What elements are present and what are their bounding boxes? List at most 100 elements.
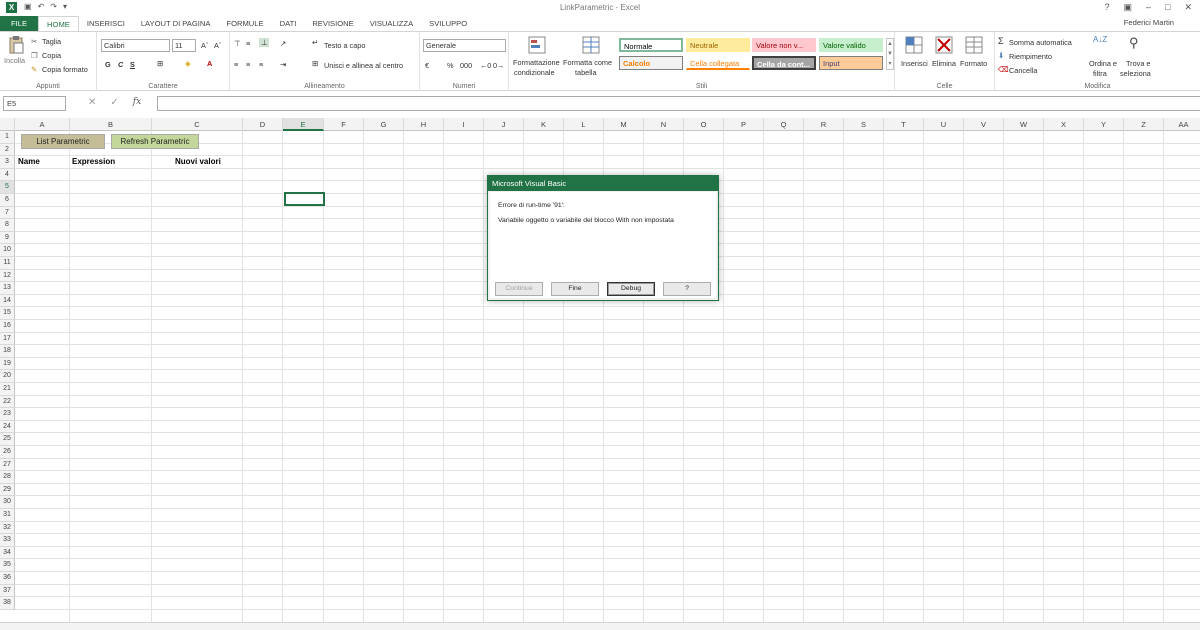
- row-header-15[interactable]: 15: [0, 307, 15, 320]
- column-header-k[interactable]: K: [524, 118, 564, 131]
- row-header-14[interactable]: 14: [0, 294, 15, 308]
- column-header-j[interactable]: J: [484, 118, 524, 131]
- style-cella-collegata[interactable]: Cella collegata: [686, 56, 750, 70]
- column-header-o[interactable]: O: [684, 118, 724, 131]
- bold-button[interactable]: G: [105, 60, 111, 69]
- row-header-6[interactable]: 6: [0, 194, 15, 207]
- italic-button[interactable]: C: [118, 60, 123, 69]
- tab-developer[interactable]: SVILUPPO: [421, 16, 475, 32]
- column-header-c[interactable]: C: [152, 118, 243, 131]
- find-select-line1[interactable]: Trova e: [1126, 59, 1150, 68]
- row-header-24[interactable]: 24: [0, 420, 15, 434]
- number-format-combo[interactable]: Generale: [423, 39, 506, 52]
- sort-filter-line1[interactable]: Ordina e: [1089, 59, 1117, 68]
- delete-cells-button[interactable]: Elimina: [932, 59, 956, 68]
- borders-icon[interactable]: ⊞: [157, 59, 163, 68]
- column-header-aa[interactable]: AA: [1164, 118, 1200, 131]
- align-bottom-icon[interactable]: ⊥: [259, 38, 270, 47]
- row-header-1[interactable]: 1: [0, 131, 15, 144]
- tab-insert[interactable]: INSERISCI: [79, 16, 133, 32]
- font-color-icon[interactable]: A: [207, 59, 212, 68]
- style-valore-valido[interactable]: Valore valido: [819, 38, 883, 52]
- row-header-4[interactable]: 4: [0, 168, 15, 182]
- column-header-y[interactable]: Y: [1084, 118, 1124, 131]
- row-header-17[interactable]: 17: [0, 332, 15, 346]
- close-icon[interactable]: ✕: [1184, 2, 1192, 13]
- user-name[interactable]: Federici Martin: [1124, 18, 1174, 27]
- row-header-16[interactable]: 16: [0, 320, 15, 333]
- select-all-corner[interactable]: [0, 118, 15, 131]
- column-header-s[interactable]: S: [844, 118, 884, 131]
- selected-cell-e5[interactable]: [284, 192, 325, 206]
- decrease-decimal-icon[interactable]: 0→: [493, 61, 504, 70]
- end-button[interactable]: Fine: [551, 282, 599, 296]
- row-header-31[interactable]: 31: [0, 509, 15, 522]
- column-header-p[interactable]: P: [724, 118, 764, 131]
- clear-button[interactable]: Cancella: [1009, 66, 1037, 75]
- row-header-13[interactable]: 13: [0, 282, 15, 295]
- column-header-g[interactable]: G: [364, 118, 404, 131]
- help-icon[interactable]: ?: [1104, 2, 1109, 13]
- row-header-23[interactable]: 23: [0, 408, 15, 421]
- row-header-21[interactable]: 21: [0, 383, 15, 396]
- column-header-f[interactable]: F: [324, 118, 364, 131]
- row-header-29[interactable]: 29: [0, 483, 15, 497]
- style-input[interactable]: Input: [819, 56, 883, 70]
- currency-icon[interactable]: €: [425, 61, 429, 70]
- align-right-icon[interactable]: ≡: [259, 60, 263, 69]
- row-header-33[interactable]: 33: [0, 534, 15, 547]
- autosum-button[interactable]: Somma automatica: [1009, 38, 1072, 47]
- row-header-22[interactable]: 22: [0, 395, 15, 409]
- tab-file[interactable]: FILE: [0, 16, 39, 32]
- find-select-line2[interactable]: seleziona: [1120, 69, 1151, 78]
- increase-decimal-icon[interactable]: ←0: [480, 61, 491, 70]
- format-cells-icon[interactable]: [965, 36, 983, 54]
- insert-cells-icon[interactable]: [905, 36, 923, 54]
- column-header-u[interactable]: U: [924, 118, 964, 131]
- conditional-format-line1[interactable]: Formattazione: [513, 58, 560, 67]
- align-middle-icon[interactable]: ≡: [246, 39, 250, 48]
- column-header-n[interactable]: N: [644, 118, 684, 131]
- format-as-table-icon[interactable]: [582, 36, 602, 54]
- column-header-a[interactable]: A: [15, 118, 70, 131]
- row-header-8[interactable]: 8: [0, 219, 15, 232]
- paste-button[interactable]: Incolla: [4, 56, 25, 65]
- grow-font-icon[interactable]: Aˆ: [201, 41, 208, 50]
- format-as-table-line2[interactable]: tabella: [575, 68, 597, 77]
- paste-icon[interactable]: [8, 36, 24, 54]
- align-center-icon[interactable]: ≡: [246, 60, 250, 69]
- row-header-10[interactable]: 10: [0, 244, 15, 257]
- row-header-19[interactable]: 19: [0, 357, 15, 371]
- tab-data[interactable]: DATI: [272, 16, 305, 32]
- row-header-37[interactable]: 37: [0, 584, 15, 598]
- formula-input[interactable]: [157, 96, 1200, 111]
- format-as-table-line1[interactable]: Formatta come: [563, 58, 612, 67]
- cut-button[interactable]: Taglia: [42, 37, 61, 46]
- insert-cells-button[interactable]: Inserisci: [901, 59, 928, 68]
- font-name-combo[interactable]: Calibri: [101, 39, 170, 52]
- tab-review[interactable]: REVISIONE: [304, 16, 361, 32]
- style-valore-non-valido[interactable]: Valore non v...: [752, 38, 816, 52]
- column-header-v[interactable]: V: [964, 118, 1004, 131]
- column-header-m[interactable]: M: [604, 118, 644, 131]
- row-header-3[interactable]: 3: [0, 156, 15, 169]
- delete-cells-icon[interactable]: [935, 36, 953, 54]
- continue-button[interactable]: Continue: [495, 282, 543, 296]
- maximize-icon[interactable]: □: [1165, 2, 1170, 13]
- row-header-26[interactable]: 26: [0, 446, 15, 459]
- row-header-20[interactable]: 20: [0, 370, 15, 383]
- name-box[interactable]: E5: [3, 96, 66, 111]
- wrap-text-button[interactable]: Testo a capo: [324, 41, 365, 50]
- column-header-l[interactable]: L: [564, 118, 604, 131]
- row-header-7[interactable]: 7: [0, 206, 15, 220]
- format-painter-button[interactable]: Copia formato: [42, 65, 88, 74]
- row-header-9[interactable]: 9: [0, 231, 15, 245]
- column-header-x[interactable]: X: [1044, 118, 1084, 131]
- underline-button[interactable]: S: [130, 60, 135, 69]
- cell-b2[interactable]: Expression: [72, 157, 115, 166]
- row-header-18[interactable]: 18: [0, 345, 15, 358]
- cell-a2[interactable]: Name: [18, 157, 40, 166]
- row-header-27[interactable]: 27: [0, 458, 15, 472]
- format-cells-button[interactable]: Formato: [960, 59, 987, 68]
- column-header-e[interactable]: E: [283, 118, 324, 131]
